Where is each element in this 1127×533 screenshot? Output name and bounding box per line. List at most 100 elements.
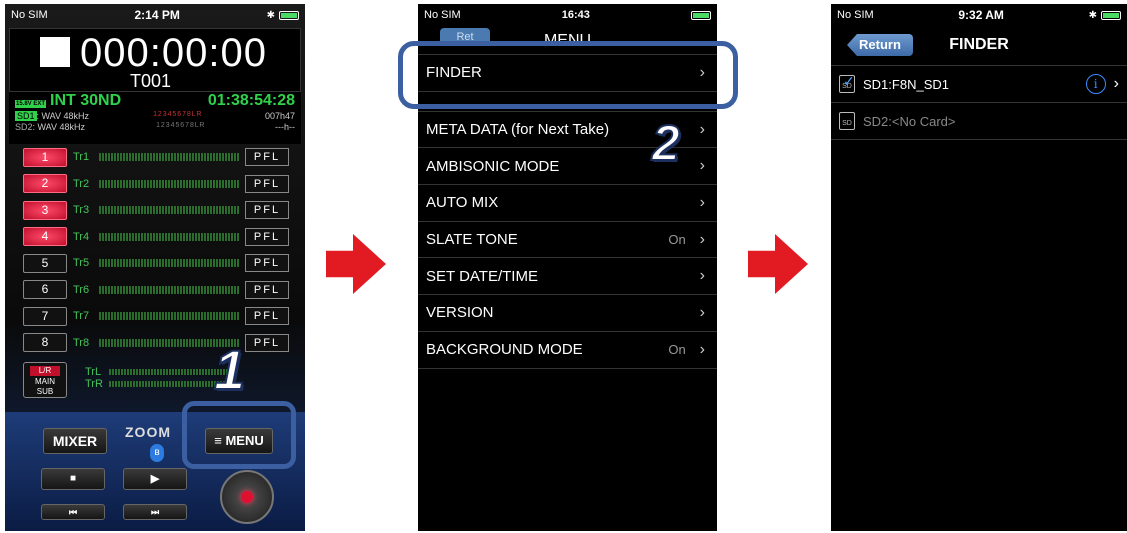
track-label: Tr8 xyxy=(73,336,90,349)
stop-indicator-icon xyxy=(40,37,70,67)
track-l-label: TrL xyxy=(85,366,102,378)
track-label: Tr4 xyxy=(73,230,90,243)
track-button[interactable]: 2 xyxy=(23,174,67,194)
status-bar: No SIM 16:43 xyxy=(418,4,717,26)
chevron-right-icon: › xyxy=(699,193,705,211)
track-label: Tr1 xyxy=(73,151,90,164)
track-button[interactable]: 3 xyxy=(23,200,67,220)
track-r-label: TrR xyxy=(85,378,103,390)
menu-item-label: SET DATE/TIME xyxy=(426,267,538,285)
track-label: Tr5 xyxy=(73,257,90,270)
track-list: 1 Tr1 PFL 2 Tr2 PFL 3 Tr3 PFL 4 Tr4 PFL 5 Tr5 PFL … xyxy=(5,144,305,356)
sd2-name: SD2:<No Card> xyxy=(863,113,956,129)
track-button[interactable]: 4 xyxy=(23,227,67,247)
track-label: Tr2 xyxy=(73,177,90,190)
carrier: No SIM xyxy=(837,9,874,21)
status-icons: ✱ xyxy=(1089,10,1121,21)
pfl-button[interactable]: PFL xyxy=(245,333,289,352)
nav-bar: Return FINDER xyxy=(831,26,1127,66)
sd-card-icon: SD xyxy=(839,112,855,130)
menu-item-label: AUTO MIX xyxy=(426,194,499,212)
track-button[interactable]: 5 xyxy=(23,253,67,273)
play-icon: ▶ xyxy=(150,473,160,485)
pfl-button[interactable]: PFL xyxy=(245,280,289,299)
menu-item-label: AMBISONIC MODE xyxy=(426,157,560,175)
track-row: 6 Tr6 PFL xyxy=(5,277,305,304)
main-sub-button[interactable]: L/R MAIN SUB xyxy=(23,362,67,398)
battery-icon xyxy=(690,10,711,20)
skip-forward-icon: ⏭ xyxy=(150,507,160,517)
sd1-tracks: 1 2 3 4 5 6 7 8 L R xyxy=(153,111,201,118)
menu-item-slate-tone[interactable]: SLATE TONE On › xyxy=(418,222,717,259)
level-meter xyxy=(99,179,239,188)
bluetooth-icon: ✱ xyxy=(266,9,275,21)
pfl-button[interactable]: PFL xyxy=(245,307,289,326)
rewind-button[interactable]: ⏮ xyxy=(41,504,105,520)
mixer-button[interactable]: MIXER xyxy=(43,428,107,454)
menu-item-set-date-time[interactable]: SET DATE/TIME › xyxy=(418,258,717,296)
stop-icon: ■ xyxy=(69,473,77,484)
play-button[interactable]: ▶ xyxy=(123,468,187,490)
sd2-format: : WAV 48kHz xyxy=(32,122,86,132)
track-row: 8 Tr8 PFL xyxy=(5,330,305,357)
power-source: INT 30ND xyxy=(50,92,122,109)
track-row: 7 Tr7 PFL xyxy=(5,303,305,330)
sd2-tracks: 1 2 3 4 5 6 7 8 L R xyxy=(156,122,204,129)
sd-card-icon: SD xyxy=(839,70,855,93)
track-button[interactable]: 7 xyxy=(23,306,67,326)
pfl-button[interactable]: PFL xyxy=(245,227,289,246)
pfl-button[interactable]: PFL xyxy=(245,201,289,220)
record-button[interactable] xyxy=(220,470,274,524)
arrow-icon xyxy=(748,234,808,294)
menu-item-version[interactable]: VERSION › xyxy=(418,295,717,332)
track-label: Tr6 xyxy=(73,283,90,296)
track-row: 1 Tr1 PFL xyxy=(5,144,305,171)
remaining-time: 01:38:54:28 xyxy=(207,92,295,109)
track-button[interactable]: 6 xyxy=(23,280,67,300)
level-meter xyxy=(99,206,239,215)
pfl-button[interactable]: PFL xyxy=(245,254,289,273)
sd1-row[interactable]: SD SD1:F8N_SD1 i › xyxy=(831,66,1127,103)
arrow-icon xyxy=(326,234,386,294)
info-icon[interactable]: i xyxy=(1085,74,1106,94)
status-bar: No SIM 2:14 PM ✱ xyxy=(5,4,305,26)
menu-item-auto-mix[interactable]: AUTO MIX › xyxy=(418,185,717,222)
chevron-right-icon: › xyxy=(699,230,705,248)
track-button[interactable]: 1 xyxy=(23,147,67,167)
level-meter xyxy=(99,153,239,162)
sd1-badge: SD1 xyxy=(15,111,37,121)
sd1-format: : WAV 48kHz xyxy=(36,111,90,121)
level-meter xyxy=(99,259,239,268)
track-row: 4 Tr4 PFL xyxy=(5,224,305,251)
lr-meters: TrL TrR xyxy=(85,366,229,390)
main-label: MAIN xyxy=(35,377,55,386)
step-number-1: 1 xyxy=(213,338,246,401)
carrier: No SIM xyxy=(11,9,48,21)
sd2-row: SD SD2:<No Card> xyxy=(831,103,1127,140)
track-label: Tr3 xyxy=(73,204,90,217)
chevron-right-icon: › xyxy=(1113,75,1119,92)
status-bar: No SIM 9:32 AM ✱ xyxy=(831,4,1127,26)
level-meter xyxy=(99,312,239,321)
menu-item-value: On xyxy=(668,342,686,358)
sd2-badge: SD2 xyxy=(15,122,33,132)
status-icons xyxy=(690,10,711,20)
main-lr-label: L/R xyxy=(30,366,60,376)
counter-value: 000:00:00 xyxy=(80,31,267,75)
menu-item-background-mode[interactable]: BACKGROUND MODE On › xyxy=(418,332,717,369)
pfl-button[interactable]: PFL xyxy=(245,174,289,193)
track-button[interactable]: 8 xyxy=(23,333,67,353)
pfl-button[interactable]: PFL xyxy=(245,148,289,167)
chevron-right-icon: › xyxy=(699,303,705,321)
clock: 2:14 PM xyxy=(134,8,180,22)
menu-item-label: BACKGROUND MODE xyxy=(426,341,583,359)
stop-button[interactable]: ■ xyxy=(41,468,105,490)
battery-icon xyxy=(279,10,299,20)
skip-back-icon: ⏮ xyxy=(68,507,78,517)
sd2-remaining: ---h-- xyxy=(275,122,295,132)
battery-icon xyxy=(1101,10,1121,20)
bluetooth-icon: ✱ xyxy=(1088,9,1097,21)
clock: 9:32 AM xyxy=(958,8,1004,22)
forward-button[interactable]: ⏭ xyxy=(123,504,187,520)
menu-highlight xyxy=(182,401,296,469)
